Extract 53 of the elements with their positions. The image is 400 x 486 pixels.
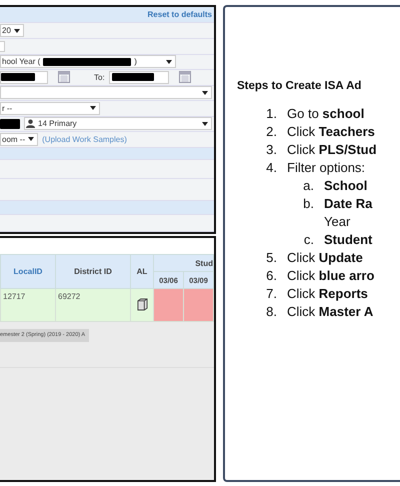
calendar-icon[interactable]	[178, 71, 191, 84]
student-select[interactable]: 14 Primary	[24, 117, 212, 130]
column-group-header: Stud	[154, 254, 214, 272]
attendance-cell	[184, 288, 214, 322]
caret-icon	[14, 28, 20, 33]
redaction-block	[112, 73, 154, 82]
list-number: 8.	[265, 303, 278, 321]
redaction-block	[0, 118, 20, 129]
step-text: Click PLS/Stud	[287, 141, 377, 159]
caret-icon	[202, 122, 208, 126]
redaction-block	[1, 73, 35, 82]
list-number: 1.	[265, 105, 278, 123]
school-year-select[interactable]: hool Year ( )	[0, 55, 176, 68]
list-number: 4.	[265, 159, 278, 177]
list-number: 6.	[265, 267, 278, 285]
person-icon	[26, 119, 35, 128]
list-number: 2.	[265, 123, 278, 141]
date-field[interactable]	[0, 70, 48, 84]
column-header: District ID	[56, 254, 130, 288]
reset-link[interactable]: Reset to defaults	[148, 10, 214, 20]
caret-icon	[90, 106, 96, 110]
to-label: To:	[94, 72, 105, 82]
list-number: 7.	[265, 285, 278, 303]
step-text: Click Update	[287, 249, 363, 267]
step-text: Date Ra Year	[324, 195, 372, 231]
caret-icon	[28, 137, 34, 142]
list-number: 3.	[265, 141, 278, 159]
calendar-icon[interactable]	[58, 71, 70, 84]
year-select[interactable]: 20	[0, 24, 24, 38]
instructions-title: Steps to Create ISA Ad	[237, 80, 362, 92]
step-text: Click Master A	[287, 303, 374, 321]
column-header: LocalID	[0, 254, 56, 288]
list-letter: a.	[302, 177, 315, 195]
teacher-select[interactable]: r --	[0, 102, 100, 115]
step-text: Click Reports	[287, 285, 368, 303]
list-number: 5.	[265, 249, 278, 267]
table-cell: 69272	[56, 288, 130, 322]
step-text: School	[324, 177, 368, 195]
step-text: Student	[324, 231, 372, 249]
table-cell: 12717	[0, 288, 56, 322]
input-field[interactable]	[0, 40, 5, 52]
step-text: Filter options:	[287, 159, 366, 177]
list-letter: c.	[302, 231, 315, 249]
list-letter: b.	[302, 195, 315, 213]
step-text: Click Teachers	[287, 123, 375, 141]
step-text: Go to school	[287, 105, 364, 123]
step-text: Click blue arro	[287, 267, 374, 285]
caret-icon	[202, 90, 208, 95]
date-field[interactable]	[108, 70, 169, 84]
cube-icon[interactable]	[136, 298, 148, 310]
caret-icon	[166, 60, 172, 64]
classroom-select[interactable]: oom --	[0, 132, 38, 146]
column-header: AL	[130, 254, 154, 288]
